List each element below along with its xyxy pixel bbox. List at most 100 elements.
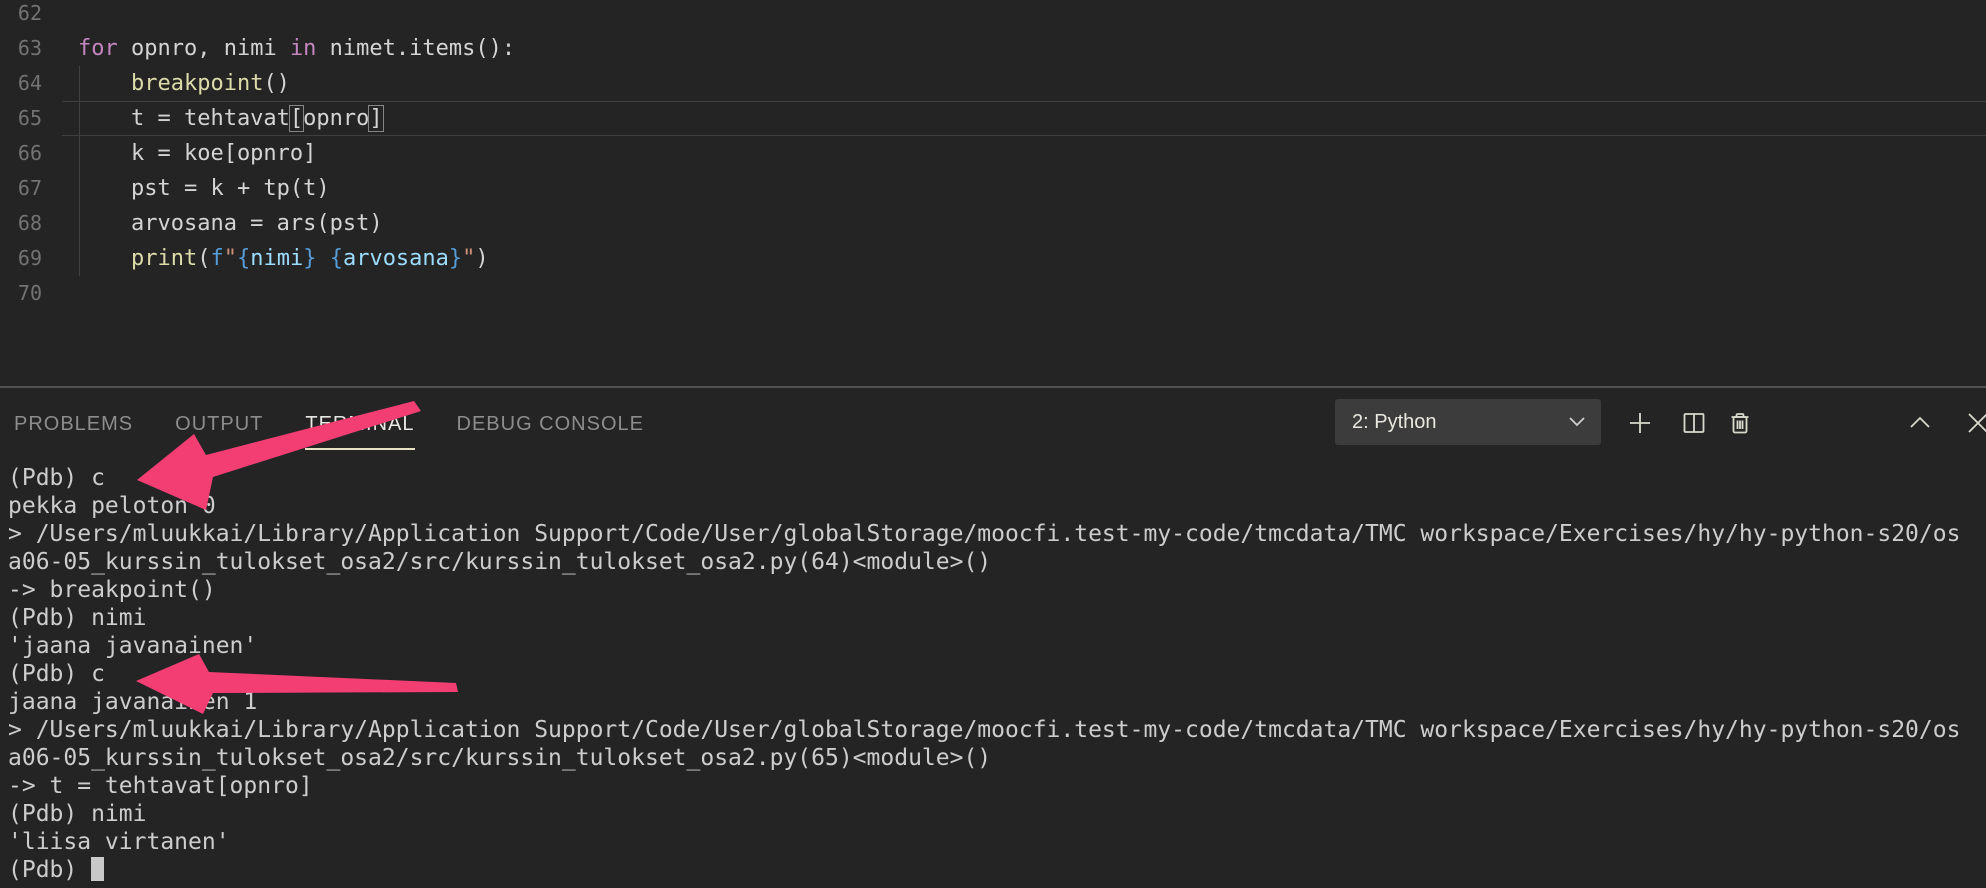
close-panel-button[interactable] (1965, 398, 1986, 448)
terminal-line: (Pdb) nimi (8, 800, 1986, 828)
terminal-text: (Pdb) (8, 857, 91, 883)
terminal-line: > /Users/mluukkai/Library/Application Su… (8, 716, 1986, 744)
code-token: { (330, 246, 343, 271)
code-token: " (462, 246, 475, 271)
tab-terminal[interactable]: TERMINAL (305, 413, 414, 436)
terminal-text: pekka peloton 0 (8, 493, 216, 519)
terminal-line: (Pdb) c (8, 464, 1986, 492)
split-terminal-icon (1681, 410, 1707, 436)
tab-problems[interactable]: PROBLEMS (14, 413, 133, 436)
terminal-text: (Pdb) nimi (8, 801, 146, 827)
code-token: in (290, 36, 317, 61)
terminal-text: -> breakpoint() (8, 577, 216, 603)
code-token: f (210, 246, 223, 271)
split-terminal-button[interactable] (1681, 398, 1707, 448)
line-number: 65 (0, 101, 62, 136)
tab-label: OUTPUT (175, 413, 263, 435)
terminal-line: (Pdb) c (8, 660, 1986, 688)
terminal-text: jaana javanainen 1 (8, 689, 257, 715)
new-terminal-button[interactable] (1627, 398, 1653, 448)
code-token: print (131, 246, 197, 271)
code-line[interactable]: 67 pst = k + tp(t) (0, 171, 1986, 206)
code-line[interactable]: 65 t = tehtavat[opnro] (0, 101, 1986, 136)
code-line[interactable]: 66 k = koe[opnro] (0, 136, 1986, 171)
trash-icon (1727, 410, 1753, 436)
line-number: 68 (0, 206, 62, 241)
maximize-panel-button[interactable] (1907, 398, 1933, 448)
tab-debug-console[interactable]: DEBUG CONSOLE (457, 413, 644, 436)
terminal-line: 'jaana javanainen' (8, 632, 1986, 660)
panel-tabs: PROBLEMS OUTPUT TERMINAL DEBUG CONSOLE (14, 388, 686, 460)
chevron-down-icon (1567, 415, 1587, 429)
code-token (78, 246, 131, 271)
terminal-text: (Pdb) c (8, 661, 105, 687)
code-line[interactable]: 64 breakpoint() (0, 66, 1986, 101)
tab-label: PROBLEMS (14, 413, 133, 435)
code-token: () (263, 71, 290, 96)
terminal-line: jaana javanainen 1 (8, 688, 1986, 716)
code-text: pst = k + tp(t) (62, 171, 330, 206)
code-token: [ (290, 106, 303, 131)
code-text: print(f"{nimi} {arvosana}") (62, 241, 489, 276)
code-token: { (237, 246, 250, 271)
code-token: ( (197, 246, 210, 271)
terminal-output[interactable]: (Pdb) cpekka peloton 0> /Users/mluukkai/… (0, 460, 1986, 888)
line-number: 70 (0, 276, 62, 311)
terminal-text: (Pdb) c (8, 465, 105, 491)
terminal-text: 'jaana javanainen' (8, 633, 257, 659)
terminal-text: > /Users/mluukkai/Library/Application Su… (8, 521, 1960, 547)
code-token: breakpoint (131, 71, 263, 96)
tab-label: TERMINAL (305, 413, 414, 435)
code-token: nimi (250, 246, 303, 271)
code-token: arvosana = ars(pst) (78, 211, 383, 236)
terminal-line: (Pdb) (8, 856, 1986, 884)
terminal-picker-value: 2: Python (1352, 411, 1437, 434)
code-token: for (78, 36, 118, 61)
code-token: opnro, nimi (118, 36, 290, 61)
code-line[interactable]: 70 (0, 276, 1986, 311)
code-text (62, 0, 78, 31)
code-line[interactable]: 69 print(f"{nimi} {arvosana}") (0, 241, 1986, 276)
line-number: 62 (0, 0, 62, 31)
line-number: 69 (0, 241, 62, 276)
code-line[interactable]: 68 arvosana = ars(pst) (0, 206, 1986, 241)
tab-output[interactable]: OUTPUT (175, 413, 263, 436)
code-token: } (303, 246, 316, 271)
code-token: pst = k + tp(t) (78, 176, 330, 201)
terminal-line: -> t = tehtavat[opnro] (8, 772, 1986, 800)
line-number: 66 (0, 136, 62, 171)
code-token: ) (475, 246, 488, 271)
code-text: k = koe[opnro] (62, 136, 316, 171)
code-line[interactable]: 62 (0, 0, 1986, 31)
terminal-text: > /Users/mluukkai/Library/Application Su… (8, 717, 1960, 743)
plus-icon (1627, 410, 1653, 436)
code-text: t = tehtavat[opnro] (62, 101, 383, 136)
code-token: k = koe[opnro] (78, 141, 316, 166)
code-text: breakpoint() (62, 66, 290, 101)
terminal-line: (Pdb) nimi (8, 604, 1986, 632)
code-editor[interactable]: 6263for opnro, nimi in nimet.items():64 … (0, 0, 1986, 386)
tab-label: DEBUG CONSOLE (457, 413, 644, 435)
close-icon (1965, 410, 1986, 436)
code-token: opnro (303, 106, 369, 131)
terminal-cursor (91, 857, 104, 881)
code-token (316, 246, 329, 271)
indent-guide (79, 66, 80, 276)
terminal-line: a06-05_kurssin_tulokset_osa2/src/kurssin… (8, 548, 1986, 576)
terminal-text: 'liisa virtanen' (8, 829, 230, 855)
code-token: nimet.items(): (316, 36, 515, 61)
code-token: } (449, 246, 462, 271)
terminal-text: (Pdb) nimi (8, 605, 146, 631)
terminal-text: a06-05_kurssin_tulokset_osa2/src/kurssin… (8, 745, 991, 771)
code-line[interactable]: 63for opnro, nimi in nimet.items(): (0, 31, 1986, 66)
code-text: for opnro, nimi in nimet.items(): (62, 31, 515, 66)
code-token (78, 71, 131, 96)
kill-terminal-button[interactable] (1727, 398, 1753, 448)
code-text: arvosana = ars(pst) (62, 206, 383, 241)
line-number: 64 (0, 66, 62, 101)
terminal-line: pekka peloton 0 (8, 492, 1986, 520)
terminal-picker[interactable]: 2: Python (1335, 399, 1601, 445)
terminal-line: -> breakpoint() (8, 576, 1986, 604)
vscode-window: 6263for opnro, nimi in nimet.items():64 … (0, 0, 1986, 888)
terminal-line: a06-05_kurssin_tulokset_osa2/src/kurssin… (8, 744, 1986, 772)
